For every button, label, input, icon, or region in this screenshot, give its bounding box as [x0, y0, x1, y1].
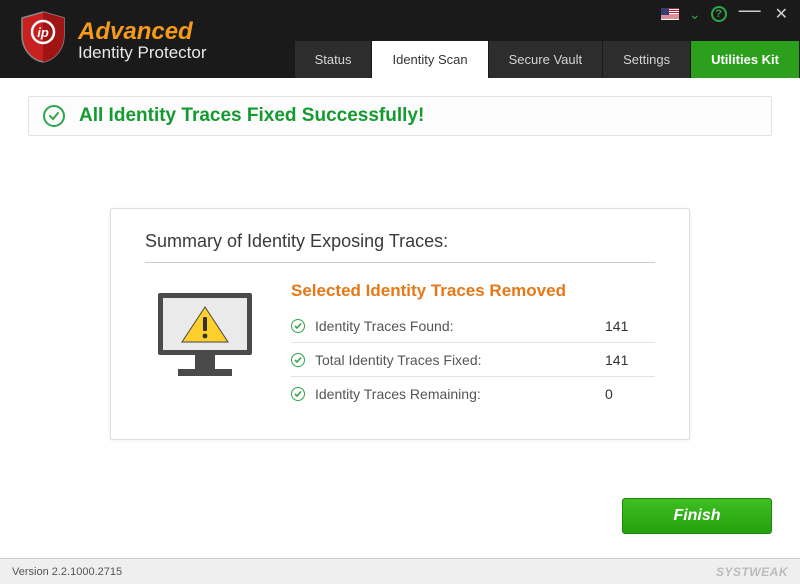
- status-bar: Version 2.2.1000.2715 SYSTWEAK: [0, 558, 800, 584]
- summary-row: Identity Traces Remaining: 0: [291, 377, 655, 411]
- tab-identity-scan[interactable]: Identity Scan: [372, 41, 488, 78]
- summary-subtitle: Selected Identity Traces Removed: [291, 281, 655, 301]
- shield-logo-icon: ip: [18, 10, 68, 69]
- minimize-icon[interactable]: —: [737, 6, 763, 14]
- check-icon: [291, 387, 305, 401]
- monitor-warning-icon: [145, 281, 265, 411]
- close-icon[interactable]: ✕: [773, 4, 790, 24]
- row-value: 141: [605, 352, 655, 368]
- banner-message: All Identity Traces Fixed Successfully!: [79, 105, 424, 127]
- app-header: ip Advanced Identity Protector ⌄ ? — ✕ S…: [0, 0, 800, 78]
- summary-card: Summary of Identity Exposing Traces: Sel…: [110, 208, 690, 440]
- check-icon: [291, 353, 305, 367]
- row-label: Total Identity Traces Fixed:: [315, 352, 605, 368]
- help-icon[interactable]: ?: [711, 6, 727, 22]
- row-value: 141: [605, 318, 655, 334]
- summary-row: Identity Traces Found: 141: [291, 309, 655, 343]
- success-banner: All Identity Traces Fixed Successfully!: [28, 96, 772, 136]
- watermark: SYSTWEAK: [716, 565, 788, 579]
- row-label: Identity Traces Remaining:: [315, 386, 605, 402]
- brand-line1: Advanced: [78, 19, 207, 44]
- brand-block: ip Advanced Identity Protector: [0, 0, 207, 69]
- row-value: 0: [605, 386, 655, 402]
- main-tabs: Status Identity Scan Secure Vault Settin…: [295, 41, 800, 78]
- chevron-down-icon[interactable]: ⌄: [689, 6, 701, 23]
- card-heading: Summary of Identity Exposing Traces:: [145, 231, 655, 263]
- check-icon: [291, 319, 305, 333]
- row-label: Identity Traces Found:: [315, 318, 605, 334]
- titlebar-controls: ⌄ ? — ✕: [661, 4, 790, 24]
- brand-line2: Identity Protector: [78, 44, 207, 62]
- version-label: Version 2.2.1000.2715: [12, 566, 122, 578]
- finish-button[interactable]: Finish: [622, 498, 772, 534]
- language-flag-icon[interactable]: [661, 8, 679, 20]
- summary-row: Total Identity Traces Fixed: 141: [291, 343, 655, 377]
- tab-status[interactable]: Status: [295, 41, 373, 78]
- summary-details: Selected Identity Traces Removed Identit…: [291, 281, 655, 411]
- tab-settings[interactable]: Settings: [603, 41, 691, 78]
- checkmark-circle-icon: [43, 105, 65, 127]
- tab-utilities-kit[interactable]: Utilities Kit: [691, 41, 800, 78]
- svg-text:ip: ip: [37, 25, 49, 40]
- tab-secure-vault[interactable]: Secure Vault: [489, 41, 603, 78]
